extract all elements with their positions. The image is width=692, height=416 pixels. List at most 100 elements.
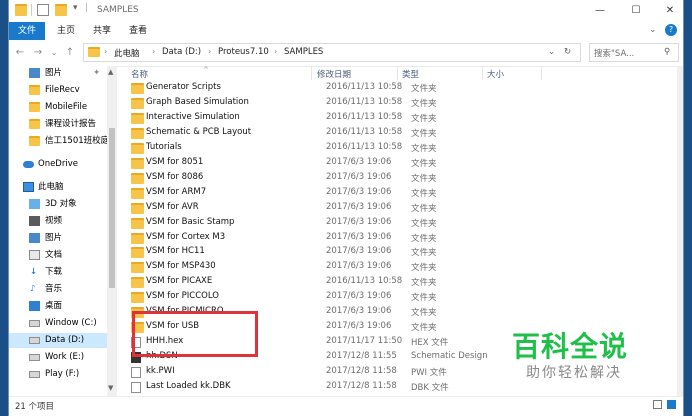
- file-type: 文件夹: [411, 278, 437, 289]
- file-type: Schematic Design: [411, 351, 488, 362]
- column-divider[interactable]: [482, 66, 483, 80]
- sidebar-item-pictures-pinned[interactable]: 图片 ✦: [9, 66, 117, 81]
- file-icon: [131, 367, 141, 379]
- breadcrumb-data-drive[interactable]: Data (D:): [162, 47, 201, 57]
- file-name: Schematic & PCB Layout: [146, 126, 252, 137]
- scroll-down-icon[interactable]: ▼: [108, 384, 113, 392]
- expand-ribbon-icon[interactable]: ⌄: [649, 25, 657, 35]
- column-divider[interactable]: [311, 66, 312, 80]
- quick-access-dropdown-icon[interactable]: ▾: [73, 3, 78, 13]
- table-row[interactable]: VSM for 8051 2017/6/3 19:06 文件夹: [121, 156, 677, 171]
- sidebar-item-documents[interactable]: 文档: [9, 248, 117, 263]
- pin-icon[interactable]: ✦: [93, 66, 100, 81]
- file-name: Generator Scripts: [146, 82, 221, 92]
- large-icons-view-icon[interactable]: [667, 400, 676, 409]
- column-header-type[interactable]: 类型: [402, 68, 419, 80]
- scroll-up-icon[interactable]: ▲: [108, 68, 113, 76]
- file-date: 2017/11/17 11:50: [326, 336, 403, 347]
- sidebar-item-mobilefile[interactable]: MobileFile: [9, 100, 117, 115]
- chevron-right-icon: ›: [274, 47, 278, 56]
- tab-home[interactable]: 主页: [51, 22, 81, 40]
- table-row[interactable]: VSM for 8086 2017/6/3 19:06 文件夹: [121, 171, 677, 186]
- search-input[interactable]: 搜索"SA...: [594, 47, 634, 59]
- tab-view[interactable]: 查看: [123, 22, 153, 40]
- back-arrow-icon[interactable]: ←: [13, 46, 27, 60]
- up-arrow-icon[interactable]: ↑: [63, 46, 77, 60]
- table-row[interactable]: Schematic & PCB Layout 2016/11/13 10:58 文件…: [121, 126, 677, 141]
- sidebar-item-downloads[interactable]: ↓ 下载: [9, 265, 117, 280]
- navigation-bar: ← → ⌄ ↑ › 此电脑 › Data (D:) › Proteus7.10 …: [9, 40, 683, 67]
- table-row[interactable]: VSM for HC11 2017/6/3 19:06 文件夹: [121, 245, 677, 260]
- maximize-button[interactable]: ☐: [619, 0, 653, 22]
- table-row[interactable]: VSM for AVR 2017/6/3 19:06 文件夹: [121, 201, 677, 216]
- table-row[interactable]: VSM for PICAXE 2016/11/13 10:58 文件夹: [121, 275, 677, 290]
- column-header-date[interactable]: 修改日期: [317, 68, 351, 80]
- search-box[interactable]: 搜索"SA... ⚲: [589, 43, 679, 62]
- sidebar-item-this-pc[interactable]: 此电脑: [9, 180, 117, 195]
- file-name: VSM for Basic Stamp: [146, 216, 235, 227]
- file-date: 2016/11/13 10:58: [326, 141, 403, 152]
- column-header-name[interactable]: 名称: [131, 68, 148, 80]
- sidebar-scroll-thumb[interactable]: [109, 128, 115, 288]
- file-name: VSM for 8051: [146, 156, 204, 167]
- column-divider[interactable]: [541, 66, 542, 80]
- address-dropdown-icon[interactable]: ⌄: [548, 47, 555, 57]
- file-type: 文件夹: [411, 203, 437, 214]
- table-row[interactable]: VSM for Basic Stamp 2017/6/3 19:06 文件夹: [121, 216, 677, 231]
- table-row[interactable]: Interactive Simulation 2016/11/13 10:58 文件…: [121, 111, 677, 126]
- sidebar-item-videos[interactable]: 视频: [9, 214, 117, 229]
- new-folder-icon[interactable]: [55, 4, 67, 16]
- file-name: Last Loaded kk.DBK: [146, 381, 231, 391]
- table-row[interactable]: VSM for MSP430 2017/6/3 19:06 文件夹: [121, 260, 677, 275]
- file-type: DBK 文件: [411, 383, 449, 393]
- file-type: 文件夹: [411, 158, 437, 169]
- properties-icon[interactable]: [37, 4, 49, 16]
- sidebar-item-filerecv[interactable]: FileRecv: [9, 83, 117, 98]
- table-row[interactable]: VSM for Cortex M3 2017/6/3 19:06 文件夹: [121, 231, 677, 246]
- column-header-size[interactable]: 大小: [487, 68, 504, 80]
- table-row[interactable]: VSM for ARM7 2017/6/3 19:06 文件夹: [121, 186, 677, 201]
- folder-icon: [131, 97, 144, 109]
- file-type: 文件夹: [411, 263, 437, 274]
- sort-arrow-icon: ^: [203, 66, 209, 74]
- tab-file[interactable]: 文件: [9, 22, 45, 40]
- computer-icon: [23, 182, 34, 192]
- file-type: PWI 文件: [411, 368, 447, 379]
- close-button[interactable]: ✕: [653, 0, 683, 22]
- sidebar-item-onedrive[interactable]: OneDrive: [9, 157, 117, 172]
- address-bar[interactable]: › 此电脑 › Data (D:) › Proteus7.10 › SAMPLE…: [83, 43, 581, 62]
- drive-icon: [29, 337, 40, 344]
- sidebar-item-desktop[interactable]: 桌面: [9, 299, 117, 314]
- sidebar-item-course-report[interactable]: 课程设计报告: [9, 117, 117, 132]
- forward-arrow-icon[interactable]: →: [31, 46, 45, 60]
- sidebar-item-drive-f[interactable]: Play (F:): [9, 367, 117, 382]
- sidebar-item-3d-objects[interactable]: 3D 对象: [9, 197, 117, 212]
- sidebar-item-drive-e[interactable]: Work (E:): [9, 350, 117, 365]
- sidebar-item-pictures[interactable]: 图片: [9, 231, 117, 246]
- table-row[interactable]: Graph Based Simulation 2016/11/13 10:58 文件…: [121, 96, 677, 111]
- file-date: 2017/6/3 19:06: [326, 171, 392, 182]
- breadcrumb-proteus[interactable]: Proteus7.10: [218, 47, 269, 57]
- sidebar-item-class-folder[interactable]: 信工1501班校庭: [9, 134, 117, 149]
- breadcrumb-this-pc[interactable]: 此电脑: [114, 47, 140, 59]
- table-row[interactable]: Tutorials 2016/11/13 10:58 文件夹: [121, 141, 677, 156]
- file-list-scrollbar[interactable]: [677, 66, 683, 396]
- picture-icon: [29, 233, 40, 243]
- refresh-icon[interactable]: ↻: [564, 47, 571, 57]
- table-row[interactable]: VSM for PICCOLO 2017/6/3 19:06 文件夹: [121, 290, 677, 305]
- sidebar-item-drive-c[interactable]: Window (C:): [9, 316, 117, 331]
- table-row[interactable]: Last Loaded kk.DBK 2017/12/8 11:58 DBK 文件: [121, 380, 677, 395]
- sidebar-item-music[interactable]: ♪ 音乐: [9, 282, 117, 297]
- status-bar: 21 个项目: [9, 396, 683, 416]
- breadcrumb-samples[interactable]: SAMPLES: [284, 47, 323, 57]
- help-icon[interactable]: ?: [665, 24, 677, 36]
- recent-locations-icon[interactable]: ⌄: [47, 46, 61, 60]
- table-row[interactable]: Generator Scripts 2016/11/13 10:58 文件夹: [121, 81, 677, 96]
- sidebar-scrollbar[interactable]: ▲ ▼: [107, 66, 117, 396]
- sidebar-item-drive-d[interactable]: Data (D:): [9, 333, 117, 348]
- minimize-button[interactable]: —: [583, 0, 617, 22]
- details-view-icon[interactable]: [653, 400, 662, 409]
- file-type: 文件夹: [411, 143, 437, 154]
- tab-share[interactable]: 共享: [87, 22, 117, 40]
- column-divider[interactable]: [397, 66, 398, 80]
